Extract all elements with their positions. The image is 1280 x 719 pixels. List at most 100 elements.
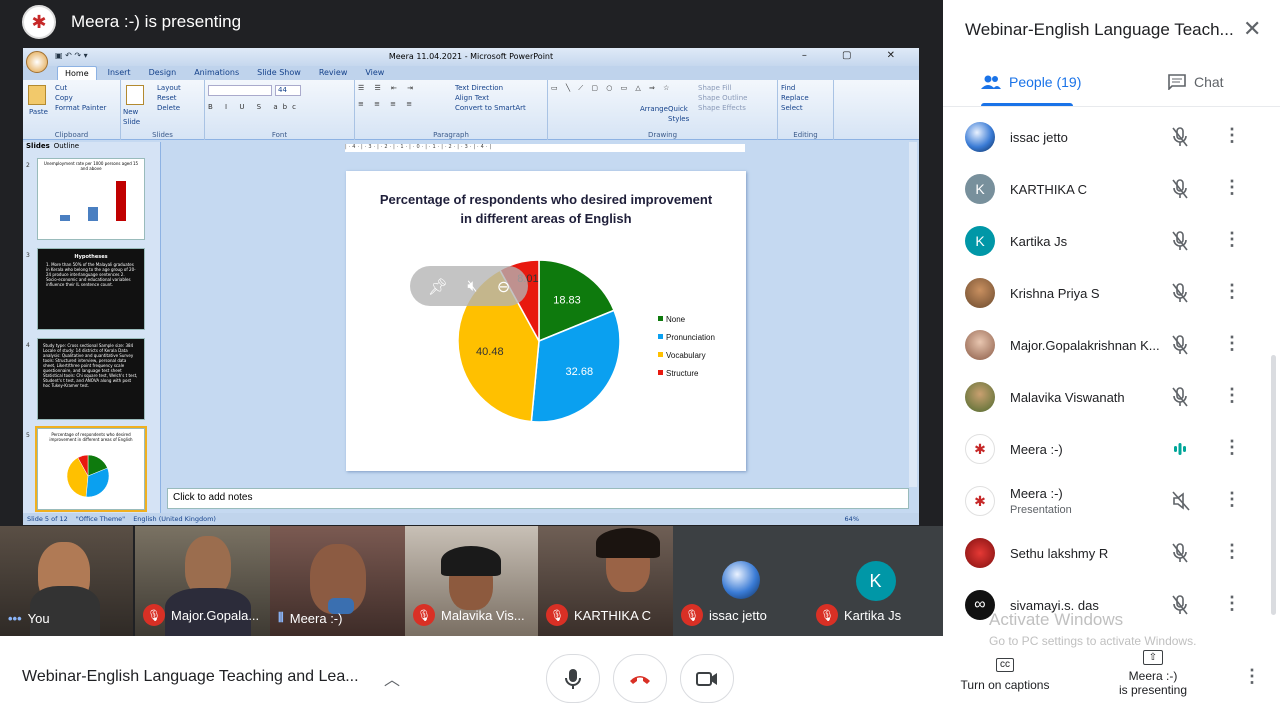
slide-thumbnail[interactable]: Study type: Cross sectional Sample size:… [37, 338, 145, 420]
more-options-icon[interactable]: ⋮ [1223, 489, 1241, 510]
convert-smartart-button[interactable]: Convert to SmartArt [455, 103, 526, 113]
participant-tile[interactable]: 🎙︎ KARTHIKA C [538, 526, 673, 636]
zoom-level[interactable]: 64% [845, 515, 859, 523]
text-direction-button[interactable]: Text Direction [455, 83, 526, 93]
remove-icon[interactable]: ⊖ [497, 277, 510, 296]
participant-row[interactable]: issac jetto ⋮ [943, 112, 1280, 164]
microphone-button[interactable] [546, 654, 600, 703]
captions-label: Turn on captions [960, 678, 1050, 692]
format-painter-button[interactable]: Format Painter [55, 103, 106, 113]
slide-thumbnail[interactable]: Unemployment rate per 1000 persons aged … [37, 158, 145, 240]
font-name-box[interactable] [208, 85, 272, 96]
office-button[interactable] [26, 51, 48, 73]
participant-tile[interactable]: ••• You [0, 526, 133, 636]
new-slide-button[interactable]: New Slide [123, 107, 153, 127]
window-controls[interactable]: – ▢ ✕ [802, 50, 911, 61]
ribbon-tab-insert[interactable]: Insert [101, 66, 138, 80]
tile-label: Malavika Vis... [441, 607, 525, 623]
pin-icon[interactable]: 📌︎ [428, 277, 448, 296]
meeting-name[interactable]: Webinar-English Language Teaching and Le… [22, 668, 359, 686]
copy-button[interactable]: Copy [55, 93, 106, 103]
leave-call-button[interactable] [613, 654, 667, 703]
shape-effects-button[interactable]: Shape Effects [698, 103, 747, 113]
slide-scrollbar[interactable] [909, 142, 917, 487]
quick-styles-button[interactable]: Quick Styles [668, 104, 690, 124]
more-options-icon[interactable]: ⋮ [1223, 541, 1241, 562]
select-button[interactable]: Select [781, 103, 830, 113]
arrange-button[interactable]: Arrange [640, 104, 668, 114]
avatar [721, 561, 760, 599]
tab-people[interactable]: People (19) [981, 74, 1081, 90]
current-slide[interactable]: Percentage of respondents who desired im… [346, 171, 746, 471]
delete-button[interactable]: Delete [157, 103, 181, 113]
ribbon-tab-view[interactable]: View [358, 66, 391, 80]
thumb-number: 2 [26, 162, 30, 169]
participant-row[interactable]: ✱ Meera :-) ⋮ [943, 424, 1280, 476]
paste-icon[interactable] [28, 85, 46, 105]
shape-outline-button[interactable]: Shape Outline [698, 93, 747, 103]
more-options-icon[interactable]: ⋮ [1223, 593, 1241, 614]
more-options-icon[interactable]: ⋮ [1223, 333, 1241, 354]
more-options-icon[interactable]: ⋮ [1223, 125, 1241, 146]
participant-name: KARTHIKA C [1010, 182, 1088, 197]
thumb-pie [66, 454, 110, 498]
participant-tile[interactable]: 🎙︎ Major.Gopala... [135, 526, 270, 636]
layout-button[interactable]: Layout [157, 83, 181, 93]
panel-tab-slides[interactable]: Slides [26, 142, 50, 152]
panel-scrollbar[interactable] [1271, 355, 1276, 615]
font-size-box[interactable]: 44 [275, 85, 301, 96]
participant-row[interactable]: K Kartika Js ⋮ [943, 216, 1280, 268]
slide-thumbnail[interactable]: Hypotheses 1. More than 50% of the Malay… [37, 248, 145, 330]
ribbon-tab-slideshow[interactable]: Slide Show [250, 66, 308, 80]
replace-button[interactable]: Replace [781, 93, 830, 103]
slide-thumbnail-selected[interactable]: Percentage of respondents who desired im… [35, 426, 147, 512]
ppt-status-bar: Slide 5 of 12 "Office Theme" English (Un… [23, 513, 919, 525]
ribbon-tab-design[interactable]: Design [142, 66, 184, 80]
paste-button[interactable]: Paste [29, 107, 48, 117]
ribbon-tab-animations[interactable]: Animations [187, 66, 246, 80]
new-slide-icon[interactable] [126, 85, 144, 105]
find-button[interactable]: Find [781, 83, 830, 93]
participant-row[interactable]: K KARTHIKA C ⋮ [943, 164, 1280, 216]
more-options-icon[interactable]: ⋮ [1243, 666, 1261, 687]
more-options-icon[interactable]: ⋮ [1223, 177, 1241, 198]
participant-tile[interactable]: 🎙︎ issac jetto [673, 526, 808, 636]
ribbon-tab-review[interactable]: Review [312, 66, 355, 80]
panel-tab-outline[interactable]: Outline [54, 142, 79, 152]
audio-muted-icon [1172, 491, 1190, 516]
participant-row[interactable]: Malavika Viswanath ⋮ [943, 372, 1280, 424]
participant-row[interactable]: ✱ Meera :-) Presentation ⋮ [943, 476, 1280, 528]
present-icon: ⇧ [1143, 650, 1163, 665]
participant-name: Meera :-) [1010, 442, 1063, 457]
notes-pane[interactable]: Click to add notes [167, 488, 909, 509]
participant-tile[interactable]: ⦀ Meera :-) [270, 526, 405, 636]
participant-name: issac jetto [1010, 130, 1068, 145]
drawing-group: ▭ ╲ ⟋ ▢ ○ ▭ △ ⇒ ☆ Arrange Quick Styles S… [548, 80, 778, 140]
close-icon[interactable]: ✕ [1243, 16, 1261, 42]
more-options-icon[interactable]: ⋮ [1223, 437, 1241, 458]
participant-tile[interactable]: K 🎙︎ Kartika Js [808, 526, 943, 636]
chevron-up-icon[interactable]: ︿ [384, 666, 400, 690]
participant-row[interactable]: Sethu lakshmy R ⋮ [943, 528, 1280, 580]
more-options-icon[interactable]: ⋮ [1223, 229, 1241, 250]
mic-off-icon [1172, 283, 1188, 308]
tile-name: ⦀ Meera :-) [278, 610, 342, 626]
mute-icon[interactable]: 🔇︎ [467, 276, 477, 296]
captions-button[interactable]: cc Turn on captions [957, 658, 1053, 692]
present-button[interactable]: ⇧ Meera :-) is presenting [1103, 650, 1203, 697]
speaking-indicator-icon [1172, 439, 1188, 464]
align-text-button[interactable]: Align Text [455, 93, 526, 103]
participant-tile[interactable]: 🎙︎ Malavika Vis... [405, 526, 538, 636]
cut-button[interactable]: Cut [55, 83, 106, 93]
reset-button[interactable]: Reset [157, 93, 181, 103]
tile-name: 🎙︎ KARTHIKA C [546, 604, 651, 626]
more-options-icon[interactable]: ⋮ [1223, 281, 1241, 302]
camera-button[interactable] [680, 654, 734, 703]
more-options-icon[interactable]: ⋮ [1223, 385, 1241, 406]
tab-chat[interactable]: Chat [1168, 74, 1224, 90]
shape-fill-button[interactable]: Shape Fill [698, 83, 747, 93]
participant-row[interactable]: Major.Gopalakrishnan K... ⋮ [943, 320, 1280, 372]
font-format-buttons[interactable]: B I U S abc [208, 102, 351, 112]
participant-row[interactable]: Krishna Priya S ⋮ [943, 268, 1280, 320]
ribbon-tab-home[interactable]: Home [57, 66, 97, 80]
